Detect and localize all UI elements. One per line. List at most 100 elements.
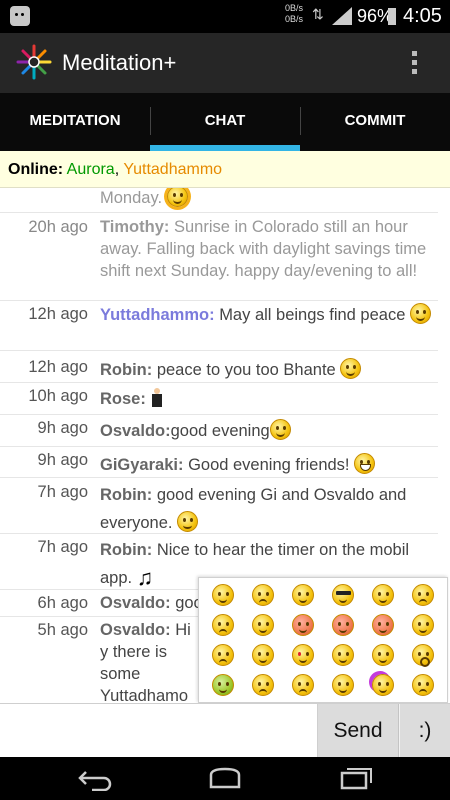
message-text: peace to you too Bhante: [156, 361, 336, 379]
message-author: Yuttadhammo:: [100, 306, 215, 324]
online-user: Aurora: [66, 161, 115, 178]
sad-emoji-icon[interactable]: [252, 584, 274, 606]
home-icon[interactable]: [205, 765, 245, 791]
notification-icon: [10, 6, 30, 26]
message-time: 12h ago: [28, 358, 88, 376]
message-time: 7h ago: [37, 483, 88, 501]
grin-emoji-icon: [354, 453, 376, 474]
online-label: Online:: [8, 161, 64, 178]
blank-emoji-icon[interactable]: [412, 674, 434, 696]
message-author: Robin:: [100, 486, 153, 504]
laugh-emoji-icon[interactable]: [332, 644, 354, 666]
message-body: Monday.: [100, 188, 435, 209]
online-user: Yuttadhammo: [123, 161, 223, 178]
grin-emoji-icon[interactable]: [292, 584, 314, 606]
recent-apps-icon[interactable]: [336, 765, 376, 791]
message-time: 6h ago: [37, 594, 88, 612]
net-up-text: 0B/s: [285, 3, 304, 13]
tab-chat[interactable]: CHAT: [150, 93, 300, 151]
message-time: 7h ago: [37, 538, 88, 556]
cool-emoji-icon[interactable]: [332, 584, 354, 606]
sick-emoji-icon[interactable]: [212, 674, 234, 696]
net-down-text: 0B/s: [285, 14, 304, 24]
smile-emoji-icon: [409, 303, 431, 324]
send-button[interactable]: Send: [318, 704, 399, 757]
app-title: Meditation+: [62, 50, 177, 75]
smile-emoji-icon: [269, 419, 291, 440]
message-author: GiGyaraki:: [100, 456, 184, 474]
chat-message: 12h ago Robin: peace to you too Bhante: [0, 351, 438, 383]
smile-emoji-icon[interactable]: [212, 584, 234, 606]
signal-icon: [332, 7, 352, 25]
chat-message: 12h ago Yuttadhammo: May all beings find…: [0, 301, 438, 351]
worried-emoji-icon[interactable]: [212, 614, 234, 636]
message-body: GiGyaraki: Good evening friends!: [100, 453, 435, 476]
frown-emoji-icon[interactable]: [292, 674, 314, 696]
tab-bar: MEDITATION CHAT COMMIT: [0, 93, 450, 151]
angry-emoji-icon[interactable]: [372, 614, 394, 636]
tab-commit[interactable]: COMMIT: [300, 93, 450, 151]
message-author: Rose:: [100, 390, 146, 408]
party-emoji-icon[interactable]: [372, 674, 394, 696]
clock: 4:05: [403, 5, 442, 27]
chat-message: 20h ago Timothy: Sunrise in Colorado sti…: [0, 213, 438, 301]
message-time: 5h ago: [37, 621, 88, 639]
message-time: 12h ago: [28, 305, 88, 323]
wink-emoji-icon[interactable]: [372, 584, 394, 606]
love-emoji-icon[interactable]: [292, 644, 314, 666]
message-body: Rose:: [100, 388, 435, 410]
chat-message: 9h ago GiGyaraki: Good evening friends!: [0, 447, 438, 478]
blush-emoji-icon[interactable]: [372, 644, 394, 666]
relieved-emoji-icon[interactable]: [252, 644, 274, 666]
message-time: 9h ago: [37, 451, 88, 469]
sleepy-emoji-icon[interactable]: [212, 644, 234, 666]
message-time: 20h ago: [28, 218, 88, 236]
message-time: 10h ago: [28, 387, 88, 405]
emoji-toggle-button[interactable]: :): [400, 704, 450, 757]
message-time: 9h ago: [37, 419, 88, 437]
message-body: Robin: good evening Gi and Osvaldo and e…: [100, 481, 435, 537]
back-icon[interactable]: [74, 765, 114, 791]
think-emoji-icon[interactable]: [332, 674, 354, 696]
person-emoji-icon: [150, 388, 164, 408]
message-text: good evening: [170, 422, 270, 440]
message-text: Monday.: [100, 189, 163, 207]
status-bar: 0B/s 0B/s ⇅ 96% 4:05: [0, 0, 450, 33]
chat-message: 9h ago Osvaldo:good evening: [0, 415, 438, 447]
message-author: Osvaldo:: [100, 422, 171, 440]
message-text: May all beings find peace: [219, 306, 406, 324]
message-author: Robin:: [100, 361, 153, 379]
kiss-emoji-icon[interactable]: [292, 614, 314, 636]
overflow-menu-icon[interactable]: [406, 49, 422, 77]
neutral-emoji-icon[interactable]: [252, 614, 274, 636]
app-logo-icon[interactable]: [15, 43, 53, 81]
data-transfer-icon: ⇅: [312, 6, 324, 22]
chat-message: 10h ago Rose:: [0, 383, 438, 415]
system-nav-bar: [0, 757, 450, 800]
message-body: Osvaldo: Hi y there is some Yuttadhamo d…: [100, 619, 200, 703]
smile-emoji-icon: [340, 358, 362, 379]
battery-icon: [388, 8, 396, 25]
cry-emoji-icon[interactable]: [412, 584, 434, 606]
message-body: Robin: peace to you too Bhante: [100, 358, 435, 381]
online-users-bar: Online: Aurora, Yuttadhammo: [0, 151, 450, 188]
shock-emoji-icon[interactable]: [412, 644, 434, 667]
music-note-icon: ♫: [136, 565, 154, 590]
message-text: Good evening friends!: [188, 456, 350, 474]
message-body: Timothy: Sunrise in Colorado still an ho…: [100, 216, 435, 282]
chat-message: 7h ago Robin: good evening Gi and Osvald…: [0, 478, 438, 534]
confused-emoji-icon[interactable]: [412, 614, 434, 636]
annoyed-emoji-icon[interactable]: [252, 674, 274, 696]
tongue-emoji-icon[interactable]: [332, 614, 354, 636]
chat-message: Monday.: [0, 188, 438, 213]
message-body: Osvaldo:good evening: [100, 419, 435, 442]
tab-meditation[interactable]: MEDITATION: [0, 93, 150, 151]
message-input[interactable]: [0, 704, 318, 757]
action-bar: Meditation+: [0, 33, 450, 93]
sun-emoji-icon: [166, 188, 188, 207]
network-speed: 0B/s 0B/s: [285, 3, 303, 25]
message-composer: Send :): [0, 703, 450, 757]
message-author: Osvaldo:: [100, 594, 171, 612]
emoji-picker: [198, 577, 448, 703]
message-author: Osvaldo:: [100, 621, 171, 639]
